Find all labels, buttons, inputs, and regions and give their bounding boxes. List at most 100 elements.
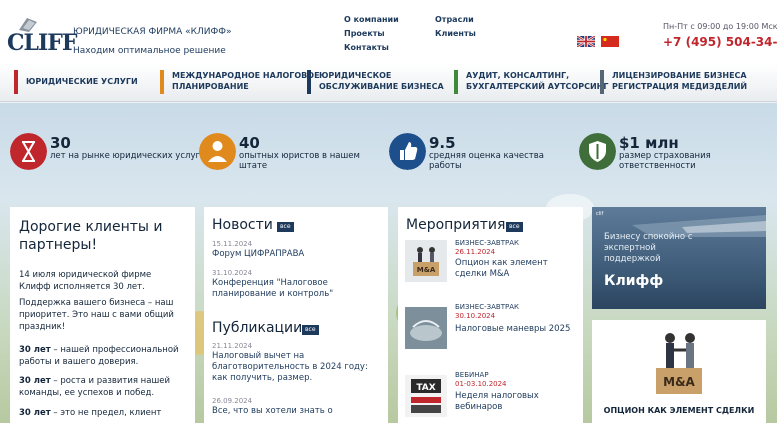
greeting-paragraph: 30 лет – нашей профессиональной работы и… bbox=[19, 344, 184, 368]
greeting-text: – это не предел, клиент bbox=[50, 408, 162, 418]
greeting-bold: 30 лет bbox=[19, 408, 51, 418]
news-all-badge[interactable]: все bbox=[277, 222, 294, 232]
menu-legal-services[interactable]: ЮРИДИЧЕСКИЕ УСЛУГИ bbox=[14, 70, 138, 94]
news-card: Новости все 15.11.2024 Форум ЦИФРАПРАВА … bbox=[204, 207, 388, 423]
publications-all-badge[interactable]: все bbox=[302, 325, 319, 335]
stat-text: опытных юристов в нашем штате bbox=[239, 151, 360, 171]
news-title: Новости bbox=[212, 217, 273, 233]
working-hours: Пн-Пт с 09:00 до 19:00 Мск bbox=[663, 22, 777, 31]
menu-business-legal[interactable]: ЮРИДИЧЕСКОЕ ОБСЛУЖИВАНИЕ БИЗНЕСА bbox=[307, 70, 444, 94]
uk-flag-icon[interactable] bbox=[577, 36, 595, 47]
menu-label: АУДИТ, КОНСАЛТИНГ, bbox=[466, 71, 570, 80]
site-header: CLIFF ЮРИДИЧЕСКАЯ ФИРМА «КЛИФФ» Находим … bbox=[0, 0, 777, 64]
greeting-bold: 30 лет bbox=[19, 376, 51, 386]
publication-link[interactable]: Все, что вы хотели знать о bbox=[212, 406, 382, 417]
menu-label: ЮРИДИЧЕСКОЕ bbox=[319, 71, 392, 80]
nav-about[interactable]: О компании bbox=[344, 13, 399, 27]
site-logo[interactable]: CLIFF bbox=[7, 16, 78, 58]
menu-label: БУХГАЛТЕРСКИЙ АУТСОРСИНГ bbox=[466, 82, 609, 91]
language-switcher bbox=[577, 36, 619, 47]
nav-contacts[interactable]: Контакты bbox=[344, 41, 399, 55]
publication-date: 26.09.2024 bbox=[212, 397, 253, 405]
event-type: БИЗНЕС-ЗАВТРАК bbox=[455, 303, 519, 311]
menu-label: МЕЖДУНАРОДНОЕ НАЛОГОВОЕ bbox=[172, 71, 320, 80]
event-date: 26.11.2024 bbox=[455, 248, 496, 256]
top-nav-primary: О компании Проекты Контакты bbox=[344, 13, 399, 55]
news-link[interactable]: Форум ЦИФРАПРАВА bbox=[212, 249, 382, 260]
events-title: Мероприятия bbox=[406, 217, 506, 233]
menu-accent-bar bbox=[307, 70, 311, 94]
stat-number: 30 bbox=[50, 134, 71, 152]
menu-label: ПЛАНИРОВАНИЕ bbox=[172, 82, 249, 91]
lawyer-icon bbox=[199, 133, 236, 170]
menu-accent-bar bbox=[14, 70, 18, 94]
publication-date: 21.11.2024 bbox=[212, 342, 253, 350]
maneuver-icon[interactable] bbox=[405, 307, 447, 349]
nav-projects[interactable]: Проекты bbox=[344, 27, 399, 41]
banner-image-text: M&A bbox=[663, 375, 695, 389]
stat-number: 9.5 bbox=[429, 134, 456, 152]
event-title[interactable]: Опцион как элемент bbox=[455, 258, 548, 269]
menu-accent-bar bbox=[600, 70, 604, 94]
stat-text: средняя оценка качества работы bbox=[429, 151, 544, 171]
thumbs-up-icon bbox=[389, 133, 426, 170]
event-type: ВЕБИНАР bbox=[455, 371, 489, 379]
menu-label: ОБСЛУЖИВАНИЕ БИЗНЕСА bbox=[319, 82, 444, 91]
banner-mini-logo: clif bbox=[596, 211, 604, 217]
event-title[interactable]: сделки M&A bbox=[455, 269, 509, 280]
menu-label: ЛИЦЕНЗИРОВАНИЕ БИЗНЕСА bbox=[612, 71, 747, 80]
greeting-title: Дорогие клиенты и партнеры! bbox=[19, 219, 163, 253]
event-title[interactable]: Неделя налоговых bbox=[455, 391, 539, 402]
firm-name: ЮРИДИЧЕСКАЯ ФИРМА «КЛИФФ» bbox=[73, 27, 232, 37]
event-date: 30.10.2024 bbox=[455, 312, 496, 320]
main-menu: ЮРИДИЧЕСКИЕ УСЛУГИ МЕЖДУНАРОДНОЕ НАЛОГОВ… bbox=[0, 64, 777, 102]
news-date: 15.11.2024 bbox=[212, 240, 253, 248]
svg-text:TAX: TAX bbox=[416, 383, 435, 393]
events-all-badge[interactable]: все bbox=[506, 222, 523, 232]
event-title[interactable]: Налоговые маневры 2025 bbox=[455, 324, 570, 335]
ma-illustration: M&A bbox=[656, 333, 702, 394]
news-link[interactable]: Конференция "Налоговое планирование и ко… bbox=[212, 278, 362, 300]
menu-label: РЕГИСТРАЦИЯ МЕДИЗДЕЛИЙ bbox=[612, 82, 748, 91]
banner-caption: ОПЦИОН КАК ЭЛЕМЕНТ СДЕЛКИ bbox=[603, 406, 755, 415]
phone-link[interactable]: +7 (495) 504-34-61 bbox=[663, 35, 777, 49]
promo-banner-support[interactable]: clif Бизнесу спокойно с экспертной подде… bbox=[592, 207, 766, 309]
greeting-paragraph: Поддержка вашего бизнеса – наш приоритет… bbox=[19, 298, 174, 332]
logo-text: CLIFF bbox=[7, 30, 78, 56]
china-flag-icon[interactable] bbox=[601, 36, 619, 47]
event-type: БИЗНЕС-ЗАВТРАК bbox=[455, 239, 519, 247]
menu-label: ЮРИДИЧЕСКИЕ УСЛУГИ bbox=[26, 77, 138, 86]
greeting-card: Дорогие клиенты и партнеры! 14 июля юрид… bbox=[10, 207, 195, 423]
greeting-paragraph: 30 лет – роста и развития нашей команды,… bbox=[19, 375, 184, 399]
stat-text: лет на рынке юридических услуг bbox=[50, 151, 200, 161]
menu-international-tax[interactable]: МЕЖДУНАРОДНОЕ НАЛОГОВОЕ ПЛАНИРОВАНИЕ bbox=[160, 70, 320, 94]
stat-number: 40 bbox=[239, 134, 260, 152]
greeting-paragraph: 14 июля юридической фирме Клифф исполняе… bbox=[19, 270, 152, 292]
hourglass-icon bbox=[10, 133, 47, 170]
menu-accent-bar bbox=[454, 70, 458, 94]
menu-accent-bar bbox=[160, 70, 164, 94]
promo-banner-ma[interactable]: M&A ОПЦИОН КАК ЭЛЕМЕНТ СДЕЛКИ bbox=[592, 320, 766, 423]
event-date: 01-03.10.2024 bbox=[455, 380, 507, 388]
stat-number: $1 млн bbox=[619, 134, 679, 152]
publications-title: Публикации bbox=[212, 320, 303, 336]
slogan: Находим оптимальное решение bbox=[73, 46, 226, 56]
top-nav-secondary: Отрасли Клиенты bbox=[435, 13, 476, 41]
greeting-bold: 30 лет bbox=[19, 345, 51, 355]
news-date: 31.10.2024 bbox=[212, 269, 253, 277]
banner-brand: Клифф bbox=[604, 273, 664, 289]
greeting-paragraph: 30 лет – это не предел, клиент bbox=[19, 407, 184, 419]
events-card: Мероприятия все M&A БИЗНЕС-ЗАВТРАК 26.11… bbox=[398, 207, 583, 423]
stat-text: размер страхования ответственности bbox=[619, 151, 711, 171]
publication-link[interactable]: Налоговый вычет на благотворительность в… bbox=[212, 351, 377, 384]
nav-industries[interactable]: Отрасли bbox=[435, 13, 476, 27]
ma-icon[interactable]: M&A bbox=[405, 240, 447, 282]
event-title[interactable]: вебинаров bbox=[455, 402, 502, 413]
svg-text:M&A: M&A bbox=[417, 266, 436, 274]
shield-icon bbox=[579, 133, 616, 170]
nav-clients[interactable]: Клиенты bbox=[435, 27, 476, 41]
banner-text: Бизнесу спокойно с экспертной поддержкой bbox=[604, 232, 693, 264]
tax-icon[interactable]: TAX bbox=[405, 375, 447, 417]
menu-licensing[interactable]: ЛИЦЕНЗИРОВАНИЕ БИЗНЕСА РЕГИСТРАЦИЯ МЕДИЗ… bbox=[600, 70, 748, 94]
menu-audit-consulting[interactable]: АУДИТ, КОНСАЛТИНГ, БУХГАЛТЕРСКИЙ АУТСОРС… bbox=[454, 70, 609, 94]
